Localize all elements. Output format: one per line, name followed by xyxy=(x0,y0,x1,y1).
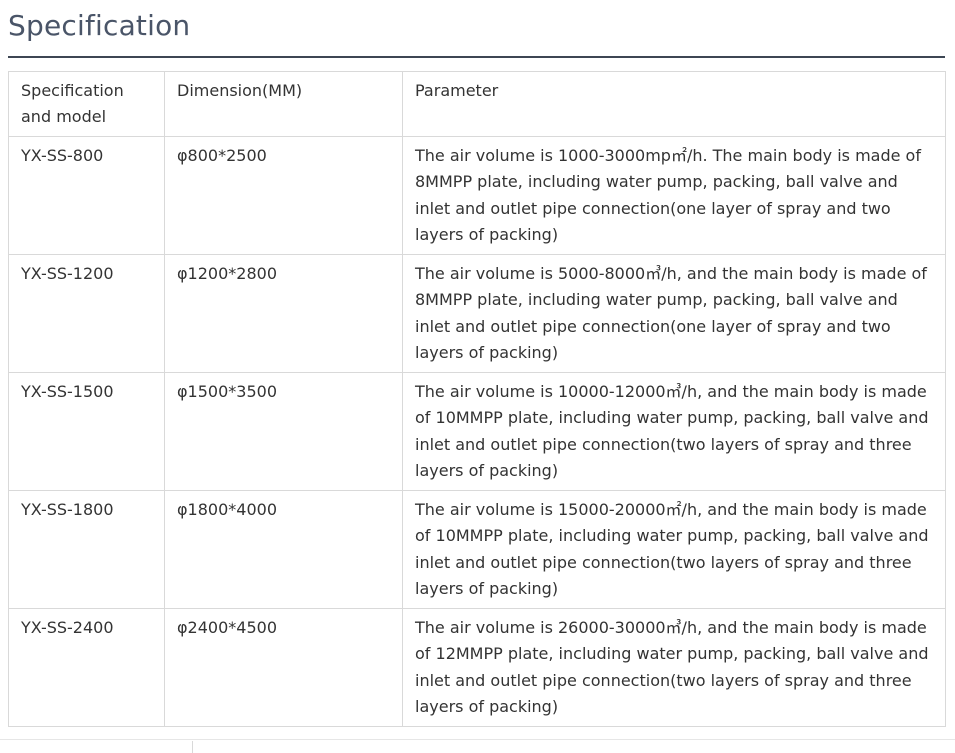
cell-parameter: The air volume is 1000-3000mp㎡/h. The ma… xyxy=(402,135,946,255)
cell-parameter: The air volume is 5000-8000㎥/h, and the … xyxy=(402,253,946,373)
cell-model: YX-SS-1200 xyxy=(8,253,165,373)
cell-parameter: The air volume is 15000-20000㎡/h, and th… xyxy=(402,489,946,609)
cell-parameter: The air volume is 10000-12000㎥/h, and th… xyxy=(402,371,946,491)
cell-model: YX-SS-800 xyxy=(8,135,165,255)
cell-model: YX-SS-1800 xyxy=(8,489,165,609)
cell-model: YX-SS-2400 xyxy=(8,607,165,727)
page-bottom-divider xyxy=(0,739,955,740)
bottom-column-divider xyxy=(192,741,193,753)
table-row: YX-SS-1200 φ1200*2800 The air volume is … xyxy=(8,253,946,373)
title-divider xyxy=(8,56,945,58)
cell-parameter: The air volume is 26000-30000㎥/h, and th… xyxy=(402,607,946,727)
header-parameter: Parameter xyxy=(402,71,946,137)
cell-dimension: φ1800*4000 xyxy=(164,489,403,609)
cell-dimension: φ2400*4500 xyxy=(164,607,403,727)
table-row: YX-SS-800 φ800*2500 The air volume is 10… xyxy=(8,135,946,255)
table-header-row: Specification and model Dimension(MM) Pa… xyxy=(8,71,946,137)
table-row: YX-SS-1800 φ1800*4000 The air volume is … xyxy=(8,489,946,609)
header-dimension: Dimension(MM) xyxy=(164,71,403,137)
specification-table: Specification and model Dimension(MM) Pa… xyxy=(8,71,946,727)
cell-dimension: φ1500*3500 xyxy=(164,371,403,491)
page-title: Specification xyxy=(8,9,191,42)
cell-dimension: φ1200*2800 xyxy=(164,253,403,373)
header-specification-model: Specification and model xyxy=(8,71,165,137)
table-row: YX-SS-2400 φ2400*4500 The air volume is … xyxy=(8,607,946,727)
table-row: YX-SS-1500 φ1500*3500 The air volume is … xyxy=(8,371,946,491)
cell-dimension: φ800*2500 xyxy=(164,135,403,255)
cell-model: YX-SS-1500 xyxy=(8,371,165,491)
